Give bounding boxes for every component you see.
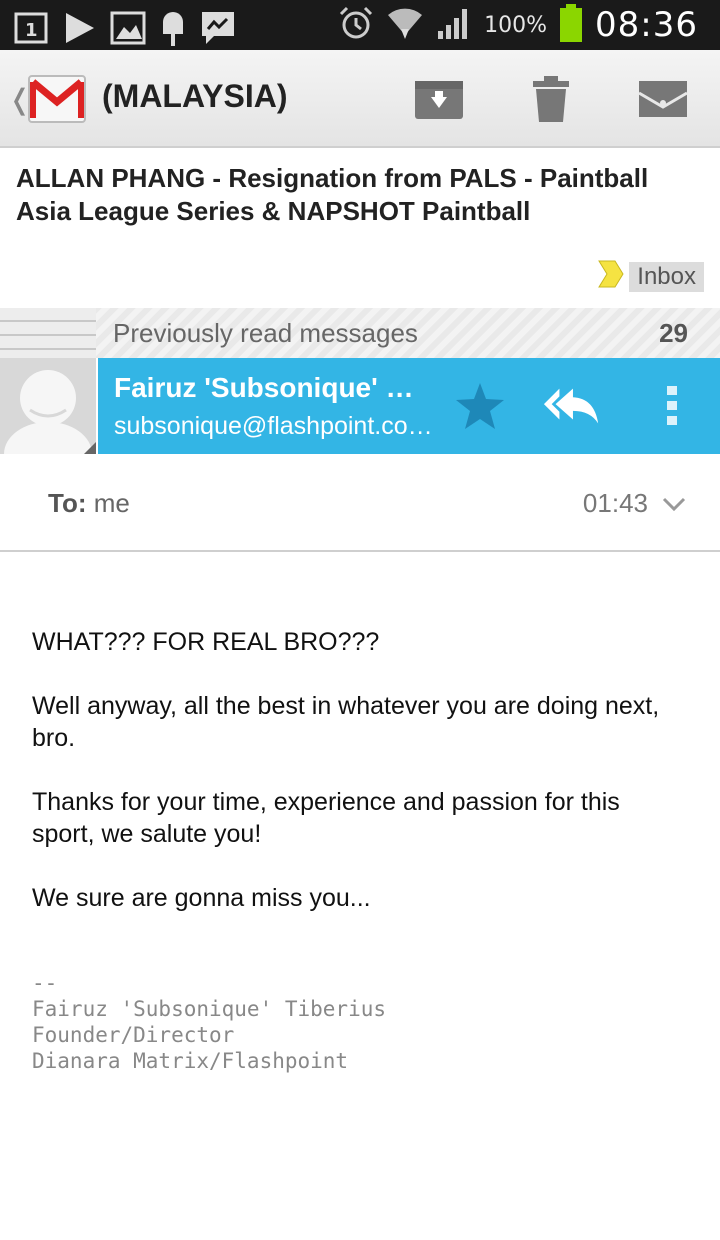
body-paragraph: Thanks for your time, experience and pas…	[32, 788, 620, 848]
wifi-icon	[386, 5, 424, 46]
message-time: 01:43	[582, 488, 648, 518]
sender-name: Fairuz 'Subsonique' Tiberius	[114, 372, 422, 403]
sim-slot-1-icon: 1	[14, 12, 48, 49]
to-value: me	[93, 488, 130, 518]
recipients-row[interactable]: To: me	[48, 488, 130, 519]
play-store-icon	[62, 11, 96, 50]
svg-text:1: 1	[25, 20, 38, 41]
body-paragraph: Well anyway, all the best in whatever yo…	[32, 692, 660, 752]
messenger-icon	[200, 10, 236, 51]
mark-unread-icon[interactable]	[636, 72, 690, 126]
message-time-row[interactable]: 01:43	[583, 488, 686, 519]
system-icons: 100% 08:36	[338, 0, 698, 50]
delete-icon[interactable]	[524, 72, 578, 126]
sender-header[interactable]: Fairuz 'Subsonique' Tiberius subsonique@…	[98, 358, 720, 454]
previously-read-count: 29	[659, 318, 688, 348]
overflow-menu-icon[interactable]	[642, 376, 702, 436]
gallery-icon	[110, 11, 146, 50]
inbox-label: Inbox	[629, 261, 704, 292]
avatar[interactable]	[0, 358, 96, 454]
header-divider	[0, 550, 720, 552]
status-bar: 1 100% 08:36	[0, 0, 720, 50]
sender-email: subsonique@flashpoint.com.my	[114, 412, 434, 440]
reply-all-icon[interactable]	[542, 376, 602, 436]
notification-icons: 1	[14, 8, 236, 53]
message-subject: ALLAN PHANG - Resignation from PALS - Pa…	[16, 163, 649, 226]
ice-cream-icon	[160, 8, 186, 53]
previously-read-row[interactable]: Previously read messages 29	[0, 308, 720, 358]
body-paragraph: We sure are gonna miss you...	[32, 884, 371, 912]
previously-read-label: Previously read messages	[113, 318, 418, 348]
status-clock: 08:36	[595, 5, 698, 45]
to-label: To:	[48, 488, 87, 518]
label-tag: Inbox	[597, 259, 704, 294]
action-bar: ❬ (MALAYSIA)	[0, 50, 720, 148]
email-signature: -- Fairuz 'Subsonique' Tiberius Founder/…	[32, 971, 387, 1073]
star-icon[interactable]	[450, 376, 510, 436]
body-paragraph: WHAT??? FOR REAL BRO???	[32, 628, 380, 656]
alarm-icon	[338, 5, 374, 46]
account-title[interactable]: (MALAYSIA)	[102, 78, 287, 115]
signal-icon	[436, 5, 472, 46]
archive-icon[interactable]	[412, 72, 466, 126]
collapsed-messages-stack-icon	[0, 308, 96, 358]
battery-icon	[559, 3, 583, 47]
gmail-logo-icon[interactable]	[27, 68, 87, 133]
battery-percent: 100%	[484, 12, 548, 38]
chevron-down-icon[interactable]	[662, 488, 686, 519]
message-body: WHAT??? FOR REAL BRO??? Well anyway, all…	[32, 626, 682, 946]
important-marker-icon[interactable]	[597, 259, 625, 294]
